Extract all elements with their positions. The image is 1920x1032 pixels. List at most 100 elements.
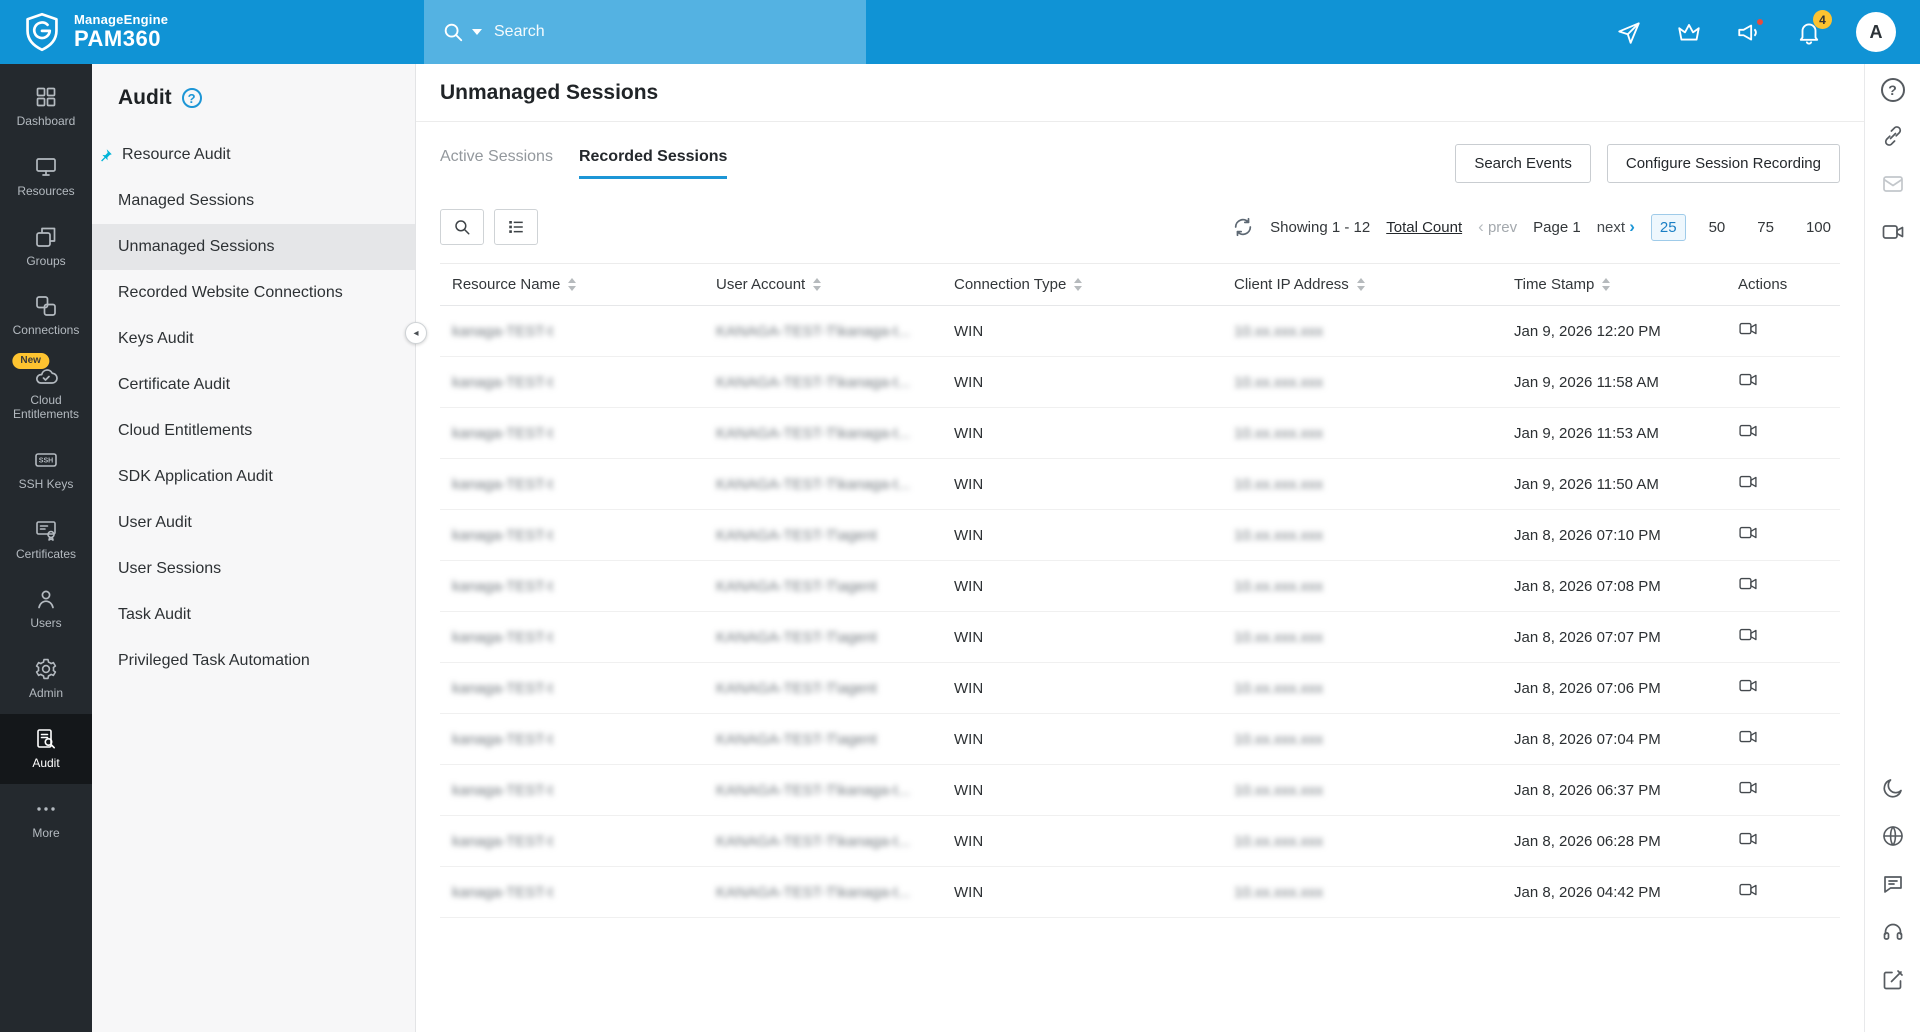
avatar[interactable]: A xyxy=(1856,12,1896,52)
nav-item-resources[interactable]: Resources xyxy=(0,142,92,212)
chat-icon[interactable] xyxy=(1881,872,1905,896)
nav-label: Audit xyxy=(32,755,60,770)
nav-item-more[interactable]: More xyxy=(0,784,92,854)
sort-icon[interactable] xyxy=(568,278,577,291)
page-size-25[interactable]: 25 xyxy=(1650,213,1686,241)
crown-icon[interactable] xyxy=(1676,19,1702,45)
play-recording-button[interactable] xyxy=(1738,676,1758,699)
table-row[interactable]: kanaga-TEST-t KANAGA-TEST-T\kanaga-t... … xyxy=(440,305,1840,357)
tab-active-sessions[interactable]: Active Sessions xyxy=(440,148,553,179)
next-page-button[interactable]: next › xyxy=(1597,217,1635,237)
sidebar-item-user-audit[interactable]: User Audit xyxy=(92,500,415,546)
user-account: KANAGA-TEST-T\agent xyxy=(716,577,877,595)
column-chooser-button[interactable] xyxy=(494,209,538,245)
sidebar-item-label: Cloud Entitlements xyxy=(118,422,253,439)
sidebar-collapse-button[interactable]: ◂ xyxy=(405,322,427,344)
moon-icon[interactable] xyxy=(1881,776,1905,800)
table-row[interactable]: kanaga-TEST-t KANAGA-TEST-T\kanaga-t... … xyxy=(440,815,1840,867)
link-icon[interactable] xyxy=(1881,124,1905,148)
play-recording-button[interactable] xyxy=(1738,625,1758,648)
play-recording-button[interactable] xyxy=(1738,778,1758,801)
table-row[interactable]: kanaga-TEST-t KANAGA-TEST-T\kanaga-t... … xyxy=(440,407,1840,459)
sidebar-item-user-sessions[interactable]: User Sessions xyxy=(92,546,415,592)
user-account: KANAGA-TEST-T\kanaga-t... xyxy=(716,832,911,850)
translate-globe-icon[interactable] xyxy=(1881,824,1905,848)
sidebar-item-keys-audit[interactable]: Keys Audit xyxy=(92,316,415,362)
table-row[interactable]: kanaga-TEST-t KANAGA-TEST-T\agent WIN 10… xyxy=(440,662,1840,714)
sort-icon[interactable] xyxy=(1602,278,1611,291)
page-size-75[interactable]: 75 xyxy=(1748,214,1783,241)
nav-item-users[interactable]: Users xyxy=(0,574,92,644)
mail-icon[interactable] xyxy=(1881,172,1905,196)
page-size-50[interactable]: 50 xyxy=(1700,214,1735,241)
play-recording-button[interactable] xyxy=(1738,829,1758,852)
sidebar-item-cloud-entitlements[interactable]: Cloud Entitlements xyxy=(92,408,415,454)
users-icon xyxy=(38,590,54,609)
help-icon[interactable]: ? xyxy=(181,88,202,108)
play-recording-button[interactable] xyxy=(1738,472,1758,495)
page-size-100[interactable]: 100 xyxy=(1797,214,1840,241)
more-icon xyxy=(37,807,55,811)
send-icon[interactable] xyxy=(1616,19,1642,45)
table-header-row: Resource Name User Account Connection Ty… xyxy=(440,263,1840,306)
client-ip: 10.xx.xxx.xxx xyxy=(1234,373,1324,391)
configure-session-recording-button[interactable]: Configure Session Recording xyxy=(1606,144,1840,183)
support-headset-icon[interactable] xyxy=(1881,920,1905,944)
table-row[interactable]: kanaga-TEST-t KANAGA-TEST-T\kanaga-t... … xyxy=(440,764,1840,816)
refresh-icon[interactable] xyxy=(1232,216,1254,238)
nav-item-certificates[interactable]: Certificates xyxy=(0,505,92,575)
client-ip: 10.xx.xxx.xxx xyxy=(1234,475,1324,493)
nav-item-cloud-entitlements[interactable]: New Cloud Entitlements xyxy=(0,351,92,435)
sidebar-item-sdk-application-audit[interactable]: SDK Application Audit xyxy=(92,454,415,500)
sort-icon[interactable] xyxy=(1356,278,1365,291)
table-row[interactable]: kanaga-TEST-t KANAGA-TEST-T\kanaga-t... … xyxy=(440,458,1840,510)
search-input[interactable] xyxy=(494,23,848,41)
global-search[interactable] xyxy=(424,0,866,64)
table-row[interactable]: kanaga-TEST-t KANAGA-TEST-T\kanaga-t... … xyxy=(440,356,1840,408)
nav-item-dashboard[interactable]: Dashboard xyxy=(0,72,92,142)
sidebar-item-task-audit[interactable]: Task Audit xyxy=(92,592,415,638)
nav-item-ssh-keys[interactable]: SSH SSH Keys xyxy=(0,435,92,505)
brand-logo[interactable]: ManageEngine PAM360 xyxy=(0,12,250,52)
play-recording-button[interactable] xyxy=(1738,523,1758,546)
sort-icon[interactable] xyxy=(1074,278,1083,291)
sidebar-item-managed-sessions[interactable]: Managed Sessions xyxy=(92,178,415,224)
sort-icon[interactable] xyxy=(813,278,822,291)
bell-icon[interactable]: 4 xyxy=(1796,10,1832,45)
total-count-link[interactable]: Total Count xyxy=(1386,219,1462,236)
play-recording-button[interactable] xyxy=(1738,319,1758,342)
table-row[interactable]: kanaga-TEST-t KANAGA-TEST-T\agent WIN 10… xyxy=(440,560,1840,612)
connection-type: WIN xyxy=(954,373,984,391)
nav-item-audit[interactable]: Audit xyxy=(0,713,92,784)
table-row[interactable]: kanaga-TEST-t KANAGA-TEST-T\agent WIN 10… xyxy=(440,713,1840,765)
sidebar-item-recorded-website-connections[interactable]: Recorded Website Connections xyxy=(92,270,415,316)
resource-name: kanaga-TEST-t xyxy=(452,475,553,493)
table-row[interactable]: kanaga-TEST-t KANAGA-TEST-T\kanaga-t... … xyxy=(440,866,1840,918)
search-events-button[interactable]: Search Events xyxy=(1455,144,1591,183)
nav-item-groups[interactable]: Groups xyxy=(0,212,92,282)
table-search-button[interactable] xyxy=(440,209,484,245)
feedback-compose-icon[interactable] xyxy=(1881,968,1905,992)
main-content: Unmanaged Sessions Active Sessions Recor… xyxy=(416,64,1864,1032)
play-recording-button[interactable] xyxy=(1738,370,1758,393)
screen-recorder-icon[interactable] xyxy=(1881,220,1905,244)
help-icon[interactable]: ? xyxy=(1880,78,1905,102)
table-row[interactable]: kanaga-TEST-t KANAGA-TEST-T\agent WIN 10… xyxy=(440,509,1840,561)
sidebar-item-label: User Sessions xyxy=(118,560,222,577)
search-scope-caret-icon[interactable] xyxy=(472,29,482,35)
sidebar-item-certificate-audit[interactable]: Certificate Audit xyxy=(92,362,415,408)
prev-page-button[interactable]: ‹ prev xyxy=(1478,217,1517,237)
nav-item-admin[interactable]: Admin xyxy=(0,644,92,714)
announcement-icon[interactable] xyxy=(1736,17,1765,45)
table-row[interactable]: kanaga-TEST-t KANAGA-TEST-T\agent WIN 10… xyxy=(440,611,1840,663)
play-recording-button[interactable] xyxy=(1738,727,1758,750)
play-recording-button[interactable] xyxy=(1738,421,1758,444)
sidebar-item-unmanaged-sessions[interactable]: Unmanaged Sessions xyxy=(92,224,415,270)
play-recording-button[interactable] xyxy=(1738,880,1758,903)
pagination: Showing 1 - 12 Total Count ‹ prev Page 1… xyxy=(1232,213,1840,241)
sidebar-item-resource-audit[interactable]: Resource Audit xyxy=(92,132,415,178)
nav-item-connections[interactable]: Connections xyxy=(0,281,92,351)
play-recording-button[interactable] xyxy=(1738,574,1758,597)
tab-recorded-sessions[interactable]: Recorded Sessions xyxy=(578,148,728,179)
sidebar-item-privileged-task-automation[interactable]: Privileged Task Automation xyxy=(92,638,415,684)
